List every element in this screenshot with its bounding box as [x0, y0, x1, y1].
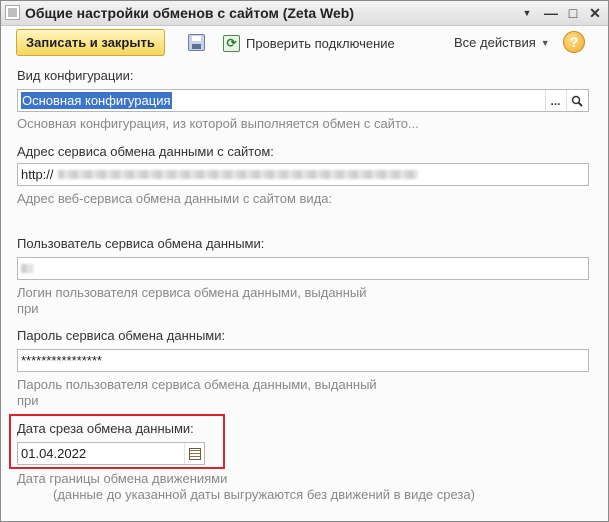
service-address-hint: Адрес веб-сервиса обмена данными с сайто… — [17, 191, 333, 206]
maximize-icon[interactable]: □ — [563, 4, 583, 22]
save-and-close-button[interactable]: Записать и закрыть — [16, 29, 165, 56]
toolbar: Записать и закрыть ⟳ Проверить подключен… — [1, 27, 608, 59]
window-title: Общие настройки обменов с сайтом (Zeta W… — [25, 5, 354, 21]
configuration-hint: Основная конфигурация, из которой выполн… — [17, 116, 419, 131]
save-disk-icon[interactable] — [188, 34, 205, 51]
help-icon[interactable]: ? — [563, 31, 585, 53]
calendar-icon — [188, 447, 201, 460]
calendar-button[interactable] — [184, 443, 204, 464]
minimize-icon[interactable]: — — [541, 4, 561, 22]
configuration-label: Вид конфигурации: — [17, 68, 134, 83]
check-connection-label: Проверить подключение — [246, 35, 395, 51]
service-address-value: http:// — [21, 167, 54, 182]
service-password-field[interactable]: **************** — [17, 349, 589, 372]
check-connection-button[interactable]: ⟳ Проверить подключение — [223, 33, 395, 53]
service-address-field[interactable]: http:// — [17, 163, 589, 186]
cutoff-date-hint-line2: (данные до указанной даты выгружаются бе… — [53, 487, 475, 502]
all-actions-menu[interactable]: Все действия ▼ — [454, 35, 550, 50]
cutoff-date-hint-line1: Дата границы обмена движениями — [17, 471, 228, 486]
service-password-label: Пароль сервиса обмена данными: — [17, 328, 226, 343]
service-user-hint-line1: Логин пользователя сервиса обмена данным… — [17, 285, 367, 300]
redacted-user — [21, 264, 33, 273]
configuration-field[interactable]: Основная конфигурация ... — [17, 89, 589, 112]
service-password-value: **************** — [21, 353, 102, 368]
settings-window: Общие настройки обменов с сайтом (Zeta W… — [0, 0, 609, 522]
magnifier-icon[interactable] — [566, 90, 586, 111]
redacted-url — [57, 170, 418, 179]
service-password-hint-line1: Пароль пользователя сервиса обмена данны… — [17, 377, 377, 392]
cutoff-date-field[interactable]: 01.04.2022 — [17, 442, 205, 465]
configuration-value: Основная конфигурация — [21, 92, 172, 109]
select-button[interactable]: ... — [545, 90, 565, 111]
close-icon[interactable]: ✕ — [585, 4, 605, 22]
service-password-hint-line2: при — [17, 393, 39, 408]
save-and-close-label: Записать и закрыть — [26, 35, 155, 50]
title-bar: Общие настройки обменов с сайтом (Zeta W… — [1, 1, 608, 26]
chevron-down-icon: ▼ — [540, 37, 550, 48]
cutoff-date-label: Дата среза обмена данными: — [17, 421, 194, 436]
cutoff-date-value: 01.04.2022 — [21, 446, 87, 461]
service-user-field[interactable] — [17, 257, 589, 280]
service-user-hint-line2: при — [17, 301, 39, 316]
refresh-icon: ⟳ — [223, 34, 240, 52]
service-user-label: Пользователь сервиса обмена данными: — [17, 236, 265, 251]
window-menu-icon[interactable]: ▼ — [517, 4, 537, 22]
app-icon — [5, 5, 20, 20]
service-address-label: Адрес сервиса обмена данными с сайтом: — [17, 144, 274, 159]
all-actions-label: Все действия — [454, 35, 536, 50]
